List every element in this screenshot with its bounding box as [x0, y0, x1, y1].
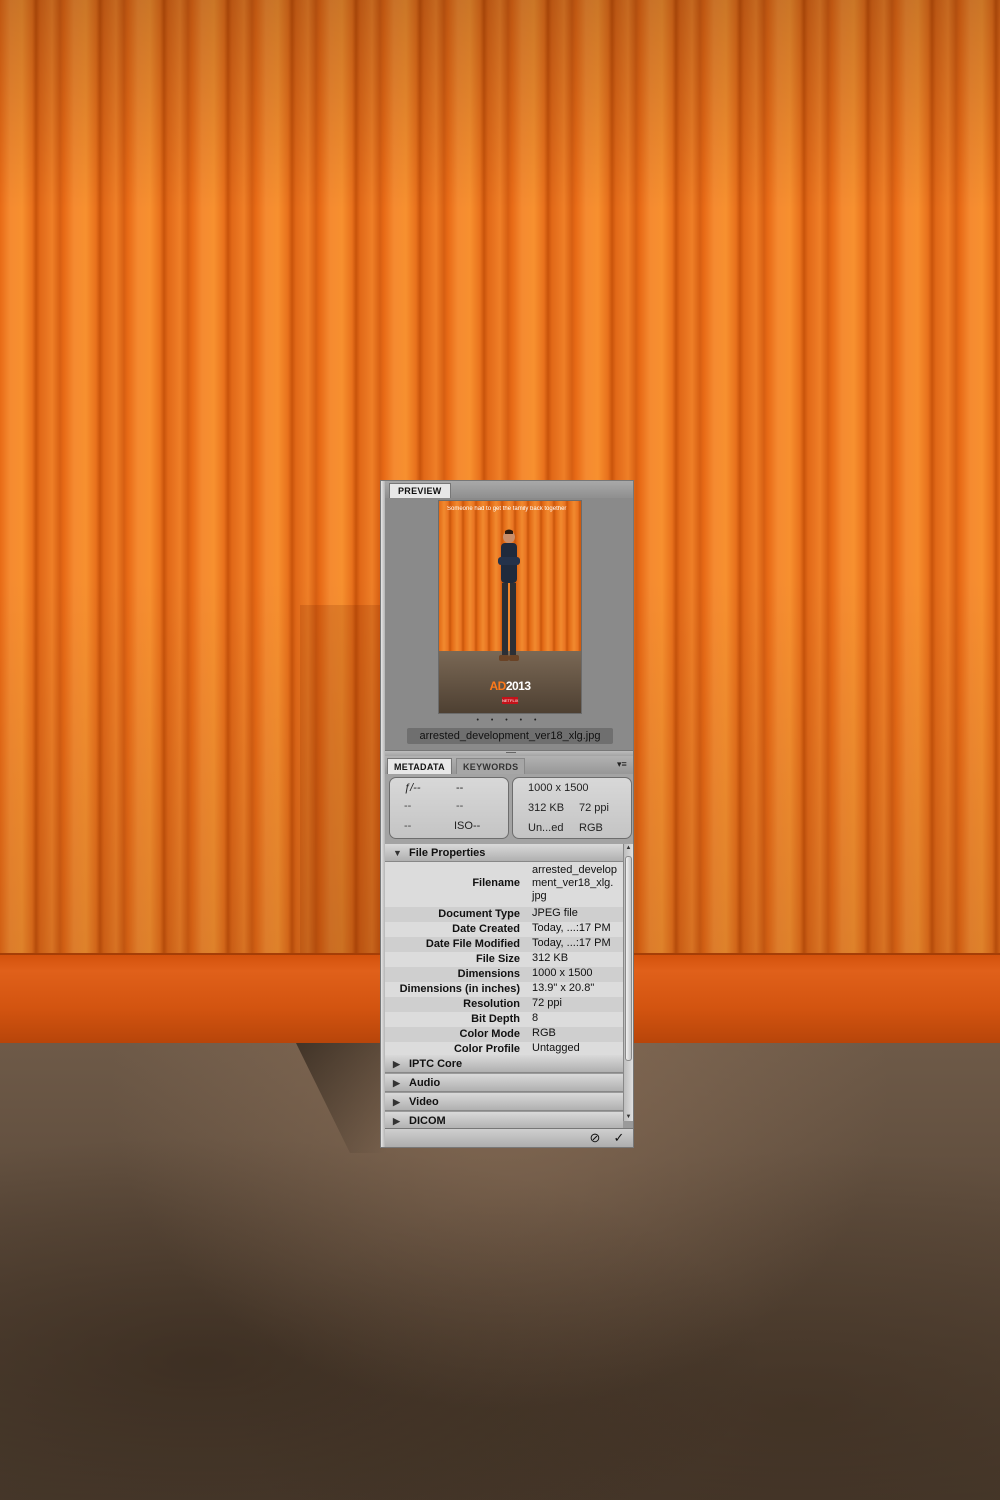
property-key: Filename [472, 877, 520, 889]
thumbnail-logo: AD2013 [439, 679, 581, 693]
property-value: JPEG file [532, 907, 578, 919]
disclosure-open-icon: ▼ [393, 848, 402, 858]
metadata-tab-bar: METADATA KEYWORDS ▾≡ [385, 756, 633, 775]
panel-menu-icon[interactable]: ▾≡ [617, 759, 629, 769]
section-title: IPTC Core [409, 1058, 463, 1070]
property-key: Dimensions [457, 968, 520, 980]
property-row: File Size 312 KB [385, 952, 623, 967]
disclosure-closed-icon: ▶ [393, 1097, 400, 1107]
property-key: Bit Depth [471, 1013, 520, 1025]
pager-dots[interactable]: • • • • • [385, 717, 633, 724]
tab-keywords[interactable]: KEYWORDS [456, 758, 526, 774]
wall-shadow [300, 605, 382, 955]
thumbnail-tagline: Someone had to get the family back toget… [447, 506, 567, 512]
preview-filename: arrested_development_ver18_xlg.jpg [407, 728, 613, 744]
file-data-box: 1000 x 1500 312 KB 72 ppi Un...ed RGB [512, 777, 632, 839]
property-value: 13.9" x 20.8" [532, 982, 595, 994]
property-value-line: ment_ver18_xlg. [532, 877, 614, 889]
property-key: Color Mode [459, 1028, 521, 1040]
property-row-filename: Filename arrested_develop ment_ver18_xlg… [385, 862, 623, 908]
summary-dimensions: 1000 x 1500 [528, 782, 589, 794]
camera-data-box: ƒ/-- -- -- -- -- ISO-- [389, 777, 509, 839]
logo-ad: AD [489, 679, 506, 693]
property-value: 72 ppi [532, 997, 562, 1009]
logo-year: 2013 [505, 679, 531, 693]
metadata-summary: ƒ/-- -- -- -- -- ISO-- 1000 x 1500 312 K… [385, 774, 633, 844]
property-value: Today, ...:17 PM [532, 922, 611, 934]
property-key: Document Type [438, 908, 520, 920]
property-row: Bit Depth 8 [385, 1012, 623, 1027]
apply-checkmark-icon[interactable]: ✓ [611, 1130, 627, 1146]
property-value-line: arrested_develop [532, 864, 618, 876]
property-value: Today, ...:17 PM [532, 937, 611, 949]
scroll-thumb[interactable] [625, 856, 632, 1061]
metadata-scrollbar[interactable]: ▲ ▼ [623, 844, 633, 1121]
preview-thumbnail[interactable]: Someone had to get the family back toget… [439, 501, 581, 713]
file-properties-list: Filename arrested_develop ment_ver18_xlg… [385, 862, 623, 1064]
summary-resolution: 72 ppi [579, 802, 609, 814]
property-value: RGB [532, 1027, 556, 1039]
property-value: 8 [532, 1012, 539, 1024]
property-row: Dimensions (in inches) 13.9" x 20.8" [385, 982, 623, 997]
netflix-badge: NETFLIX [502, 697, 519, 704]
property-row: Color Mode RGB [385, 1027, 623, 1042]
summary-mode: RGB [579, 822, 603, 834]
property-row: Document Type JPEG file [385, 907, 623, 922]
section-iptc-core[interactable]: ▶ IPTC Core [385, 1055, 623, 1073]
cancel-icon[interactable]: ⊘ [587, 1130, 603, 1146]
preview-area: Someone had to get the family back toget… [385, 498, 633, 750]
property-key: Date File Modified [425, 938, 520, 950]
section-audio[interactable]: ▶ Audio [385, 1074, 623, 1092]
property-key: Color Profile [453, 1043, 520, 1055]
property-row: Dimensions 1000 x 1500 [385, 967, 623, 982]
disclosure-closed-icon: ▶ [393, 1059, 400, 1069]
panel-footer: ⊘ ✓ [385, 1128, 633, 1147]
disclosure-closed-icon: ▶ [393, 1078, 400, 1088]
iso-value: ISO-- [454, 820, 481, 832]
section-title: File Properties [409, 847, 486, 859]
property-key: Dimensions (in inches) [399, 983, 520, 995]
person-figure [498, 529, 520, 661]
scroll-up-icon[interactable]: ▲ [624, 845, 633, 851]
property-value: 312 KB [532, 952, 569, 964]
property-key: File Size [475, 953, 520, 965]
shutter-value: -- [456, 782, 464, 794]
aperture-value: ƒ/-- [404, 782, 421, 794]
tab-metadata[interactable]: METADATA [387, 758, 452, 774]
property-key: Date Created [452, 923, 520, 935]
tab-preview[interactable]: PREVIEW [389, 483, 451, 498]
flash-value: -- [404, 820, 412, 832]
property-key: Resolution [463, 998, 520, 1010]
section-title: Audio [409, 1077, 441, 1089]
section-file-properties[interactable]: ▼ File Properties [385, 844, 623, 862]
preview-tab-bar: PREVIEW [385, 481, 633, 499]
bridge-panel: PREVIEW Someone had to get the family ba… [380, 480, 634, 1148]
summary-profile: Un...ed [528, 822, 564, 834]
property-value: Untagged [532, 1042, 580, 1054]
focal-value: -- [456, 800, 464, 812]
section-video[interactable]: ▶ Video [385, 1093, 623, 1111]
summary-size: 312 KB [528, 802, 565, 814]
property-value: 1000 x 1500 [532, 967, 593, 979]
section-title: Video [409, 1096, 439, 1108]
property-row: Date File Modified Today, ...:17 PM [385, 937, 623, 952]
property-value-line: jpg [532, 890, 547, 902]
property-row: Resolution 72 ppi [385, 997, 623, 1012]
property-row: Date Created Today, ...:17 PM [385, 922, 623, 937]
section-title: DICOM [409, 1115, 446, 1127]
scroll-down-icon[interactable]: ▼ [624, 1114, 633, 1120]
exposure-value: -- [404, 800, 412, 812]
